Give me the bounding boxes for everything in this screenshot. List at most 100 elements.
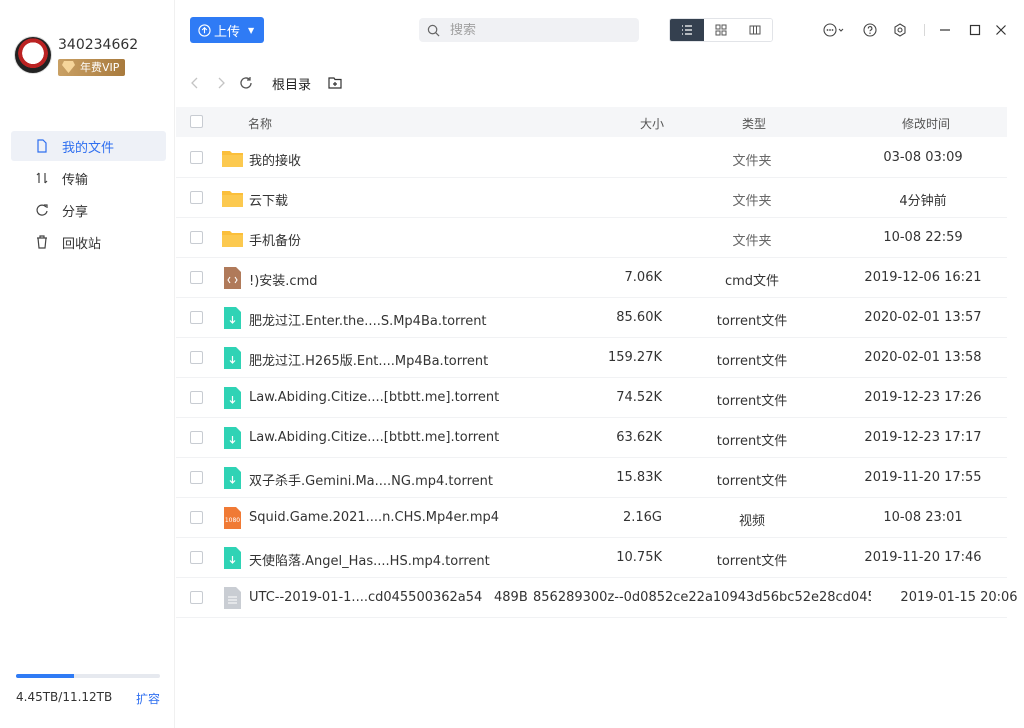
file-name[interactable]: 双子杀手.Gemini.Ma....NG.mp4.torrent	[249, 470, 493, 489]
table-row[interactable]: 肥龙过江.Enter.the....S.Mp4Ba.torrent 85.60K t…	[176, 298, 1007, 338]
file-type: torrent文件	[716, 434, 788, 449]
list-view-button[interactable]	[670, 19, 704, 41]
sidebar-item-label: 分享	[62, 204, 89, 220]
sidebar-item-transfer[interactable]: 传输	[11, 163, 166, 193]
table-row[interactable]: 双子杀手.Gemini.Ma....NG.mp4.torrent 15.83K to…	[176, 458, 1007, 498]
expand-storage-link[interactable]: 扩容	[136, 690, 160, 707]
file-name[interactable]: Squid.Game.2021....n.CHS.Mp4er.mp4	[249, 510, 499, 525]
row-checkbox[interactable]	[190, 351, 203, 364]
chevron-down-icon: ▼	[248, 25, 255, 35]
file-table-header: 名称 大小 类型 修改时间	[176, 107, 1007, 137]
chevron-right-icon	[218, 77, 225, 89]
file-name[interactable]: 肥龙过江.H265版.Ent....Mp4Ba.torrent	[249, 350, 488, 369]
table-row[interactable]: 1080 Squid.Game.2021....n.CHS.Mp4er.mp4 2.…	[176, 498, 1007, 538]
row-checkbox[interactable]	[190, 511, 203, 524]
file-mtime: 2020-02-01 13:58	[864, 350, 982, 365]
table-row[interactable]: Law.Abiding.Citize....[btbtt.me].torrent…	[176, 378, 1007, 418]
sidebar-nav: 我的文件 传输 分享 回收站	[11, 131, 166, 259]
file-name[interactable]: 肥龙过江.Enter.the....S.Mp4Ba.torrent	[249, 310, 487, 329]
minimize-icon	[940, 29, 950, 31]
file-name[interactable]: !)安装.cmd	[249, 270, 317, 289]
file-name[interactable]: Law.Abiding.Citize....[btbtt.me].torrent	[249, 390, 499, 405]
select-all-checkbox[interactable]	[190, 115, 203, 128]
generic-file-icon	[222, 587, 243, 609]
table-row[interactable]: 天使陷落.Angel_Has....HS.mp4.torrent 10.75K to…	[176, 538, 1007, 578]
row-checkbox[interactable]	[190, 431, 203, 444]
avatar[interactable]	[14, 36, 52, 74]
row-checkbox[interactable]	[190, 311, 203, 324]
file-mtime: 2019-12-23 17:26	[864, 390, 982, 405]
file-name[interactable]: 天使陷落.Angel_Has....HS.mp4.torrent	[249, 550, 490, 569]
more-menu-button[interactable]	[819, 21, 849, 39]
vip-badge[interactable]: 年费VIP	[58, 59, 126, 76]
file-name[interactable]: 手机备份	[249, 230, 301, 249]
table-row[interactable]: !)安装.cmd 7.06K cmd文件 2019-12-06 16:21	[176, 258, 1007, 298]
file-mtime: 2019-11-20 17:46	[864, 550, 982, 565]
refresh-button[interactable]	[237, 74, 255, 92]
sidebar-item-trash[interactable]: 回收站	[11, 227, 166, 257]
row-checkbox[interactable]	[190, 271, 203, 284]
preview-view-button[interactable]	[738, 19, 772, 41]
breadcrumb: 根目录	[176, 68, 1024, 98]
file-size: 74.52K	[616, 390, 662, 405]
table-row[interactable]: 我的接收 文件夹 03-08 03:09	[176, 138, 1007, 178]
view-switch	[669, 18, 773, 42]
user-profile[interactable]: 340234662 年费VIP	[14, 36, 174, 82]
table-row[interactable]: UTC--2019-01-1....cd045500362a54 489B 8562…	[176, 578, 1018, 618]
file-type: torrent文件	[716, 474, 788, 489]
file-type: torrent文件	[716, 394, 788, 409]
table-row[interactable]: 云下载 文件夹 4分钟前	[176, 178, 1007, 218]
breadcrumb-current[interactable]: 根目录	[272, 74, 311, 93]
file-type: torrent文件	[716, 354, 788, 369]
file-type: 文件夹	[732, 154, 772, 169]
file-name[interactable]: Law.Abiding.Citize....[btbtt.me].torrent	[249, 430, 499, 445]
sidebar-item-share[interactable]: 分享	[11, 195, 166, 225]
upload-label: 上传	[214, 24, 241, 40]
file-name[interactable]: UTC--2019-01-1....cd045500362a54	[249, 590, 482, 605]
table-row[interactable]: Law.Abiding.Citize....[btbtt.me].torrent…	[176, 418, 1007, 458]
upload-button[interactable]: 上传 ▼	[190, 17, 264, 43]
sidebar-item-my-files[interactable]: 我的文件	[11, 131, 166, 161]
search-input[interactable]	[450, 22, 620, 38]
transfer-icon	[34, 170, 50, 186]
new-folder-button[interactable]	[326, 74, 344, 92]
storage-usage: 4.45TB/11.12TB	[16, 690, 113, 704]
file-name[interactable]: 我的接收	[249, 150, 301, 169]
back-button[interactable]	[186, 74, 204, 92]
forward-button[interactable]	[212, 74, 230, 92]
row-checkbox[interactable]	[190, 391, 203, 404]
vip-label: 年费VIP	[80, 61, 120, 74]
minimize-button[interactable]	[936, 21, 954, 39]
search-box[interactable]	[419, 18, 639, 42]
more-icon	[823, 23, 844, 37]
file-type: cmd文件	[724, 274, 780, 289]
table-row[interactable]: 肥龙过江.H265版.Ent....Mp4Ba.torrent 159.27K to…	[176, 338, 1007, 378]
chevron-left-icon	[191, 77, 198, 89]
row-checkbox[interactable]	[190, 151, 203, 164]
settings-button[interactable]	[891, 21, 909, 39]
storage-bar-fill	[16, 674, 74, 678]
table-row[interactable]: 手机备份 文件夹 10-08 22:59	[176, 218, 1007, 258]
row-checkbox[interactable]	[190, 191, 203, 204]
svg-text:1080: 1080	[225, 517, 240, 524]
column-name[interactable]: 名称	[248, 115, 272, 132]
help-button[interactable]	[861, 21, 879, 39]
row-checkbox[interactable]	[190, 591, 203, 604]
code-file-icon	[222, 267, 243, 289]
column-size[interactable]: 大小	[640, 115, 664, 132]
maximize-button[interactable]	[966, 21, 984, 39]
file-size: 10.75K	[616, 550, 662, 565]
row-checkbox[interactable]	[190, 471, 203, 484]
row-checkbox[interactable]	[190, 551, 203, 564]
column-mtime[interactable]: 修改时间	[902, 115, 950, 132]
file-size: 159.27K	[607, 350, 662, 365]
file-mtime: 2019-12-23 17:17	[864, 430, 982, 445]
sidebar: 340234662 年费VIP 我的文件 传输 分享 回收站 4.45TB/11…	[0, 0, 175, 728]
file-mtime: 03-08 03:09	[883, 150, 963, 165]
file-name[interactable]: 云下载	[249, 190, 288, 209]
close-button[interactable]	[992, 21, 1010, 39]
column-type[interactable]: 类型	[742, 115, 766, 132]
grid-view-button[interactable]	[704, 19, 738, 41]
upload-icon	[198, 23, 211, 37]
row-checkbox[interactable]	[190, 231, 203, 244]
